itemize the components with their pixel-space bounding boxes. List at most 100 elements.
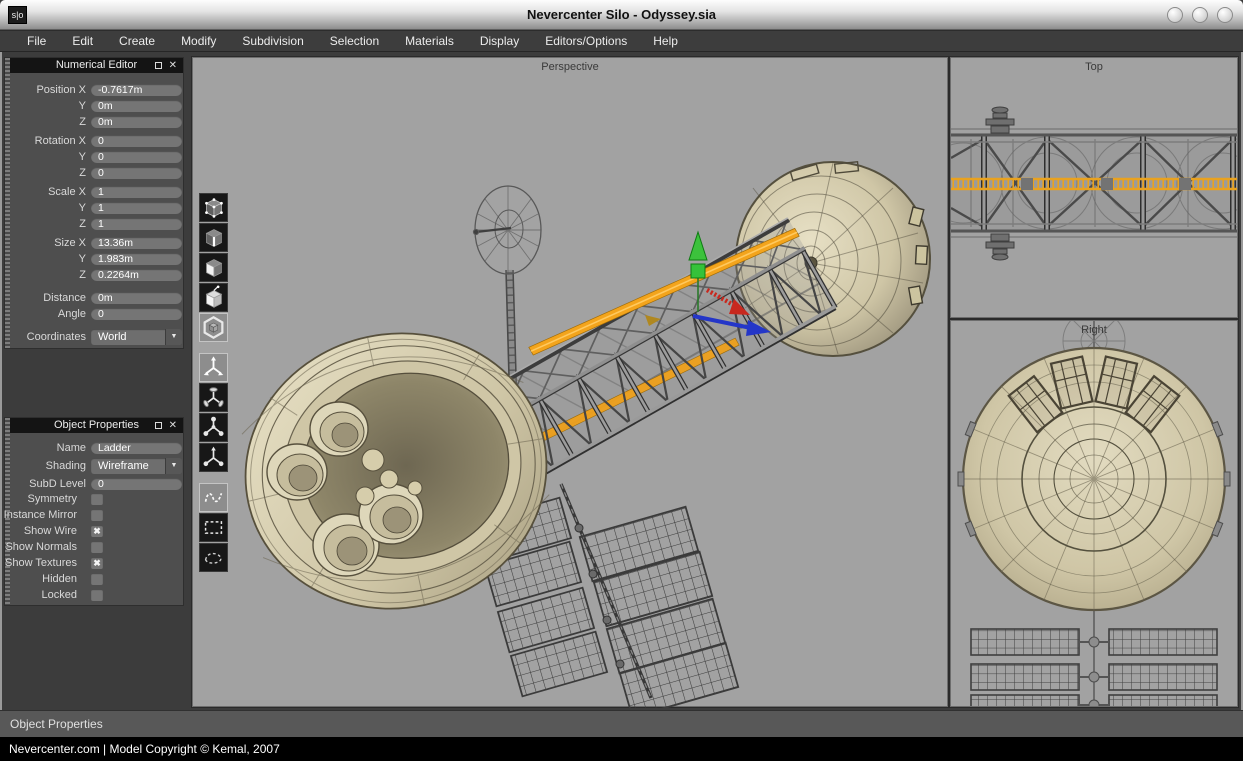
menu-file[interactable]: File <box>14 31 59 51</box>
show-normals-checkbox[interactable] <box>91 541 103 553</box>
window-button-3[interactable] <box>1217 7 1233 23</box>
checkbox-label: Locked <box>42 589 77 602</box>
size-y-field[interactable]: 1.983m <box>91 253 182 265</box>
panel-maximize-icon[interactable] <box>155 62 162 69</box>
menu-create[interactable]: Create <box>106 31 168 51</box>
menu-modify[interactable]: Modify <box>168 31 229 51</box>
position-z-field[interactable]: 0m <box>91 116 182 128</box>
field-label: SubD Level <box>29 478 86 491</box>
position-x-field[interactable]: -0.7617m <box>91 84 182 96</box>
panel-maximize-icon[interactable] <box>155 422 162 429</box>
chevron-down-icon[interactable]: ▼ <box>165 458 182 474</box>
checkbox-label: Show Normals <box>5 541 77 554</box>
lasso-select-icon[interactable] <box>199 543 228 572</box>
scale-y-field[interactable]: 1 <box>91 202 182 214</box>
symmetry-checkbox[interactable] <box>91 493 103 505</box>
numerical-editor-title: Numerical Editor <box>56 59 137 71</box>
field-label: Shading <box>46 458 86 474</box>
field-label: Y <box>79 202 86 215</box>
checkbox-label: Show Textures <box>5 557 77 570</box>
checkbox-label: Show Wire <box>24 525 77 538</box>
checkbox-label: Hidden <box>42 573 77 586</box>
status-text: Object Properties <box>10 717 103 731</box>
app-window: s|o Nevercenter Silo - Odyssey.sia File … <box>0 0 1243 761</box>
show-wire-checkbox[interactable]: ✖ <box>91 525 103 537</box>
subd-level-field[interactable]: 0 <box>91 478 182 490</box>
perspective-scene-spacecraft <box>193 58 949 708</box>
size-x-field[interactable]: 13.36m <box>91 237 182 249</box>
universal-manipulator-icon[interactable] <box>199 443 228 472</box>
field-label: Name <box>57 442 86 455</box>
rect-select-icon[interactable] <box>199 513 228 542</box>
name-field[interactable]: Ladder <box>91 442 182 454</box>
face-mode-icon[interactable] <box>199 253 228 282</box>
ladder-top-view <box>951 178 1237 190</box>
menu-help[interactable]: Help <box>640 31 691 51</box>
rotate-tool-icon[interactable] <box>199 383 228 412</box>
field-label: Y <box>79 100 86 113</box>
perspective-viewport[interactable]: Perspective <box>192 57 948 707</box>
vertex-mode-icon[interactable] <box>199 193 228 222</box>
chevron-down-icon[interactable]: ▼ <box>165 329 182 345</box>
viewport-toolbar <box>199 193 228 573</box>
top-viewport[interactable]: Top <box>950 57 1238 318</box>
move-tool-icon[interactable] <box>199 353 228 382</box>
field-label: Z <box>79 269 86 282</box>
field-label: Y <box>79 253 86 266</box>
viewport-label-perspective: Perspective <box>193 61 947 73</box>
scale-z-field[interactable]: 1 <box>91 218 182 230</box>
object-properties-panel: Object Properties ✕ Name Ladder Shading W… <box>4 417 184 606</box>
rotation-y-field[interactable]: 0 <box>91 151 182 163</box>
field-label: Angle <box>58 308 86 321</box>
field-label: Size X <box>54 237 86 250</box>
gizmo-y-handle <box>691 264 705 278</box>
object-mode-icon[interactable] <box>199 283 228 312</box>
panel-close-icon[interactable]: ✕ <box>169 59 177 72</box>
window-edge-left <box>0 52 2 710</box>
hidden-checkbox[interactable] <box>91 573 103 585</box>
numerical-editor-panel: Numerical Editor ✕ Position X-0.7617m Y0… <box>4 57 184 349</box>
window-button-1[interactable] <box>1167 7 1183 23</box>
coordinates-dropdown[interactable]: World▼ <box>91 329 182 345</box>
panel-close-icon[interactable]: ✕ <box>169 419 177 432</box>
shading-dropdown[interactable]: Wireframe▼ <box>91 458 182 474</box>
status-bar: Object Properties <box>0 710 1243 737</box>
instance-mirror-checkbox[interactable] <box>91 509 103 521</box>
menu-selection[interactable]: Selection <box>317 31 392 51</box>
distance-field[interactable]: 0m <box>91 292 182 304</box>
tweak-select-icon[interactable] <box>199 483 228 512</box>
edge-mode-icon[interactable] <box>199 223 228 252</box>
sphere-front-view <box>958 348 1230 610</box>
scale-x-field[interactable]: 1 <box>91 186 182 198</box>
menu-subdivision[interactable]: Subdivision <box>229 31 316 51</box>
window-button-2[interactable] <box>1192 7 1208 23</box>
position-y-field[interactable]: 0m <box>91 100 182 112</box>
window-title: Nevercenter Silo - Odyssey.sia <box>0 7 1243 22</box>
rotation-x-field[interactable]: 0 <box>91 135 182 147</box>
multi-mode-hexagon-icon[interactable] <box>199 313 228 342</box>
object-properties-title: Object Properties <box>54 419 139 431</box>
rotation-z-field[interactable]: 0 <box>91 167 182 179</box>
numerical-editor-header[interactable]: Numerical Editor ✕ <box>10 58 183 73</box>
gizmo-y-arrow <box>689 232 707 260</box>
top-scene <box>951 58 1237 317</box>
menu-materials[interactable]: Materials <box>392 31 467 51</box>
angle-field[interactable]: 0 <box>91 308 182 320</box>
field-label: Z <box>79 167 86 180</box>
menu-display[interactable]: Display <box>467 31 532 51</box>
menu-edit[interactable]: Edit <box>59 31 106 51</box>
menu-editors-options[interactable]: Editors/Options <box>532 31 640 51</box>
field-label: Distance <box>43 292 86 305</box>
scale-tool-icon[interactable] <box>199 413 228 442</box>
viewport-label-top: Top <box>951 61 1237 73</box>
show-textures-checkbox[interactable]: ✖ <box>91 557 103 569</box>
right-scene <box>951 321 1237 706</box>
object-properties-header[interactable]: Object Properties ✕ <box>10 418 183 433</box>
coordinates-label: Coordinates <box>27 329 86 345</box>
field-label: Z <box>79 218 86 231</box>
locked-checkbox[interactable] <box>91 589 103 601</box>
title-bar[interactable]: s|o Nevercenter Silo - Odyssey.sia <box>0 0 1243 30</box>
size-z-field[interactable]: 0.2264m <box>91 269 182 281</box>
right-viewport[interactable]: Right <box>950 320 1238 707</box>
checkbox-label: Symmetry <box>28 493 78 506</box>
